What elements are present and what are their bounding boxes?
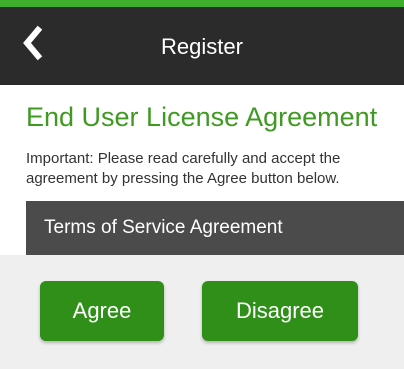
terms-of-service-header[interactable]: Terms of Service Agreement	[26, 201, 404, 255]
eula-title: End User License Agreement	[26, 102, 378, 132]
page-title: Register	[161, 34, 243, 59]
terms-of-service-label: Terms of Service Agreement	[44, 217, 283, 238]
eula-description: Important: Please read carefully and acc…	[26, 150, 341, 187]
disagree-button[interactable]: Disagree	[202, 281, 358, 341]
app-bar: Register	[0, 7, 404, 85]
top-accent-bar	[0, 0, 404, 7]
button-footer: Agree Disagree	[0, 255, 404, 369]
eula-content: End User License Agreement Important: Pl…	[0, 85, 404, 255]
agree-button[interactable]: Agree	[40, 281, 164, 341]
